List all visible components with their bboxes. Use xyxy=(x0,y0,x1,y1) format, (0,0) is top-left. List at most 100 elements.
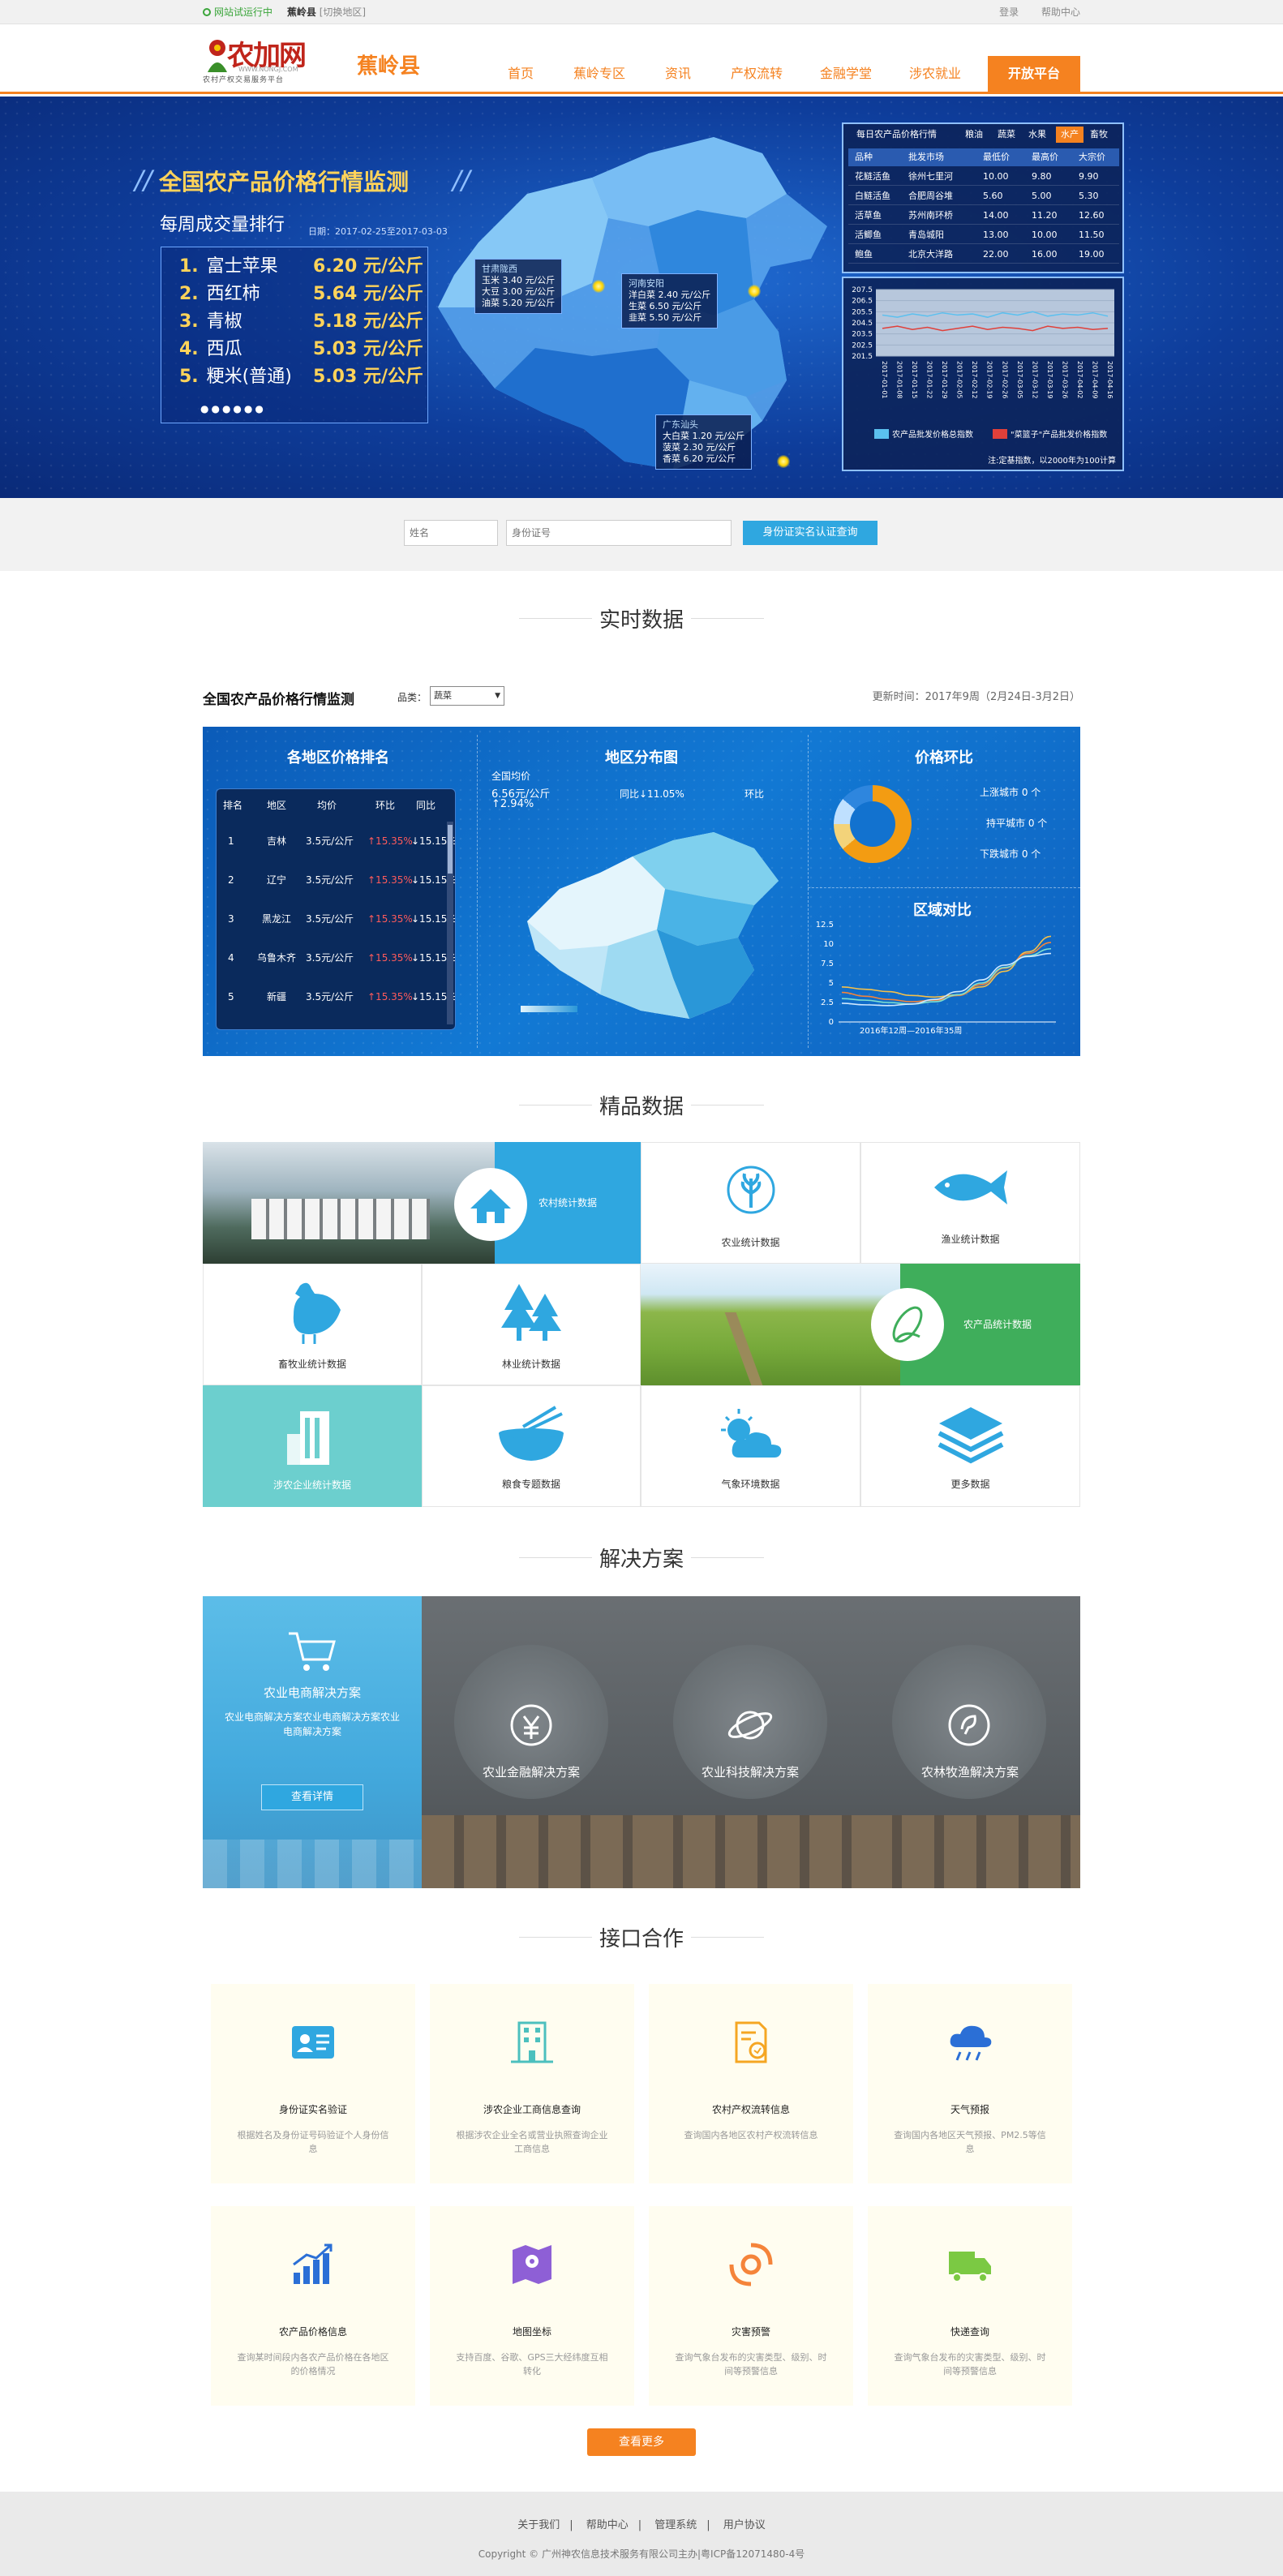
premium-card-weather[interactable]: 气象环境数据 xyxy=(641,1385,860,1507)
index-chart-panel: 207.5 206.5 205.5 204.5 203.5 202.5 201.5 2017-… xyxy=(842,277,1124,471)
nav-jiaoling[interactable]: 蕉岭专区 xyxy=(555,56,644,92)
variety-select-value: 蔬菜 xyxy=(434,690,452,701)
api-card-express[interactable]: 快递查询 查询气象台发布的灾害类型、级别、时间等预警信息 xyxy=(868,2206,1072,2406)
compare-note: 2016年12周—2016年35周 xyxy=(860,1027,963,1036)
up-cities: 上涨城市 0 个 xyxy=(980,787,1041,798)
table-scrollbar[interactable] xyxy=(447,822,453,1024)
premium-card-enterprise[interactable]: 涉农企业统计数据 xyxy=(203,1385,422,1507)
solution-technology[interactable]: 农业科技解决方案 xyxy=(641,1596,860,1888)
login-link[interactable]: 登录 xyxy=(999,6,1019,18)
nav-news[interactable]: 资讯 xyxy=(644,56,712,92)
compare-title: 区域对比 xyxy=(913,902,972,919)
weekly-title: 每周成交量排行 xyxy=(160,215,285,235)
y-tick-label: 10 xyxy=(823,940,834,949)
premium-card-livestock[interactable]: 畜牧业统计数据 xyxy=(203,1264,422,1385)
table-row: 花鲢活鱼 徐州七里河 10.00 9.80 9.90 xyxy=(848,168,1119,186)
wheat-icon xyxy=(727,1166,775,1214)
premium-card-more[interactable]: 更多数据 xyxy=(860,1385,1080,1507)
footer-link-admin[interactable]: 管理系统 xyxy=(654,2519,697,2531)
site-status: 网站试运行中 xyxy=(203,6,272,18)
view-more-button[interactable]: 查看更多 xyxy=(587,2428,696,2456)
tab-livestock[interactable]: 畜牧 xyxy=(1090,124,1108,145)
x-tick-label: 2017-02-12 xyxy=(971,361,978,399)
yuan-icon xyxy=(510,1704,552,1746)
tab-aquatic[interactable]: 水产 xyxy=(1056,127,1083,143)
tab-fruit[interactable]: 水果 xyxy=(1028,124,1046,145)
y-tick-label: 2.5 xyxy=(821,998,834,1007)
ranking-item: 1. 富士苹果 6.20 元/公斤 xyxy=(179,256,423,277)
ranking-pager[interactable]: ●●●●●● xyxy=(200,403,266,414)
api-card-id-verify[interactable]: 身份证实名验证 根据姓名及身份证号码验证个人身份信息 xyxy=(211,1984,415,2183)
id-verify-strip: 身份证实名认证查询 xyxy=(0,498,1283,571)
solution-farming[interactable]: 农林牧渔解决方案 xyxy=(860,1596,1080,1888)
mom-label: 环比 xyxy=(744,788,765,800)
variety-select[interactable]: 蔬菜 ▼ xyxy=(430,686,504,706)
nav-property[interactable]: 产权流转 xyxy=(712,56,801,92)
scrollbar-thumb[interactable] xyxy=(448,825,453,874)
api-card-property[interactable]: 农村产权流转信息 查询国内各地区农村产权流转信息 xyxy=(649,1984,853,2183)
national-avg-label: 全国均价 xyxy=(491,771,531,782)
nav-finance[interactable]: 金融学堂 xyxy=(801,56,890,92)
solution-finance[interactable]: 农业金融解决方案 xyxy=(422,1596,641,1888)
help-link[interactable]: 帮助中心 xyxy=(1041,6,1080,18)
api-card-map[interactable]: 地图坐标 支持百度、谷歌、GPS三大经纬度互相转化 xyxy=(430,2206,634,2406)
x-tick-label: 2017-03-05 xyxy=(1016,361,1023,399)
flat-cities: 持平城市 0 个 xyxy=(986,818,1048,829)
solution-ecommerce[interactable]: 农业电商解决方案 农业电商解决方案农业电商解决方案农业电商解决方案 查看详情 xyxy=(203,1596,422,1888)
footer-link-about[interactable]: 关于我们 xyxy=(517,2519,560,2531)
chevron-down-icon: ▼ xyxy=(495,692,500,700)
map-tooltip-guangdong: 广东汕头 大白菜 1.20 元/公斤 菠菜 2.30 元/公斤 香菜 6.20 … xyxy=(655,414,753,470)
premium-card-grain[interactable]: 粮食专题数据 xyxy=(422,1385,641,1507)
fish-icon xyxy=(933,1170,1007,1204)
y-tick-label: 201.5 xyxy=(852,353,873,361)
id-card-icon xyxy=(292,2026,334,2059)
typhoon-icon xyxy=(729,2243,773,2286)
bar-chart-icon xyxy=(293,2243,333,2284)
switch-region-link[interactable]: [切换地区] xyxy=(320,6,366,18)
name-input[interactable] xyxy=(404,520,498,546)
tab-vegetable[interactable]: 蔬菜 xyxy=(998,124,1015,145)
trend-title: 价格环比 xyxy=(915,749,973,766)
premium-card-rural[interactable]: 农村统计数据 xyxy=(203,1142,641,1264)
api-card-price[interactable]: 农产品价格信息 查询某时间段内各农产品价格在各地区的价格情况 xyxy=(211,2206,415,2406)
api-card-disaster[interactable]: 灾害预警 查询气象台发布的灾害类型、级别、时间等预警信息 xyxy=(649,2206,853,2406)
price-index-chart: 207.5 206.5 205.5 204.5 203.5 202.5 201.5 2017-… xyxy=(852,286,1114,399)
x-tick-label: 2017-02-19 xyxy=(986,361,993,399)
ranking-item: 5. 粳米(普通) 5.03 元/公斤 xyxy=(179,367,423,387)
table-row: 活草鱼 苏州南环桥 14.00 11.20 12.60 xyxy=(848,207,1119,225)
footer-link-agreement[interactable]: 用户协议 xyxy=(723,2519,766,2531)
nav-home[interactable]: 首页 xyxy=(487,56,555,92)
id-number-input[interactable] xyxy=(506,520,732,546)
site-logo[interactable]: 农加网 WWW.NONGJ.COM 农村产权交易服务平台 xyxy=(203,33,333,85)
nav-open-platform[interactable]: 开放平台 xyxy=(988,56,1080,92)
id-verify-button[interactable]: 身份证实名认证查询 xyxy=(743,521,878,545)
view-details-button[interactable]: 查看详情 xyxy=(261,1784,363,1810)
map-pin-icon[interactable] xyxy=(748,285,761,298)
price-table-header: 品种 批发市场 最低价 最高价 大宗价 xyxy=(848,148,1119,166)
logo-subtitle: 农村产权交易服务平台 xyxy=(203,76,285,84)
premium-card-forestry[interactable]: 林业统计数据 xyxy=(422,1264,641,1385)
tree-icon xyxy=(501,1284,561,1341)
banner-title-text: 全国农产品价格行情监测 xyxy=(159,169,410,195)
premium-card-fishery[interactable]: 渔业统计数据 xyxy=(860,1142,1080,1264)
series-line xyxy=(841,935,1052,998)
logo-url: WWW.NONGJ.COM xyxy=(238,66,298,73)
premium-card-agriculture[interactable]: 农业统计数据 xyxy=(641,1142,860,1264)
y-tick-label: 5 xyxy=(829,979,834,988)
x-tick-label: 2017-04-02 xyxy=(1076,361,1083,399)
tab-grain-oil[interactable]: 粮油 xyxy=(965,124,983,145)
document-icon xyxy=(735,2021,767,2063)
map-pin-icon[interactable] xyxy=(777,455,790,468)
x-tick-label: 2017-01-15 xyxy=(911,361,918,399)
premium-card-produce[interactable]: 农产品统计数据 xyxy=(641,1264,1080,1385)
realtime-header: 全国农产品价格行情监测 品类： 蔬菜 ▼ 更新时间：2017年9周（2月24日-3… xyxy=(203,683,1080,708)
x-tick-label: 2017-03-12 xyxy=(1031,361,1038,399)
api-card-weather[interactable]: 天气预报 查询国内各地区天气预报、PM2.5等信息 xyxy=(868,1984,1072,2183)
nav-jobs[interactable]: 涉农就业 xyxy=(890,56,980,92)
farming-icon xyxy=(948,1704,990,1746)
map-pin-icon[interactable] xyxy=(592,280,605,293)
table-row: 4 乌鲁木齐 3.5元/公斤 ↑15.35% ↓15.15% xyxy=(228,952,456,964)
tab-daily-price[interactable]: 每日农产品价格行情 xyxy=(856,124,937,145)
footer-link-help[interactable]: 帮助中心 xyxy=(586,2519,629,2531)
api-card-enterprise[interactable]: 涉农企业工商信息查询 根据涉农企业全名或营业执照查询企业工商信息 xyxy=(430,1984,634,2183)
